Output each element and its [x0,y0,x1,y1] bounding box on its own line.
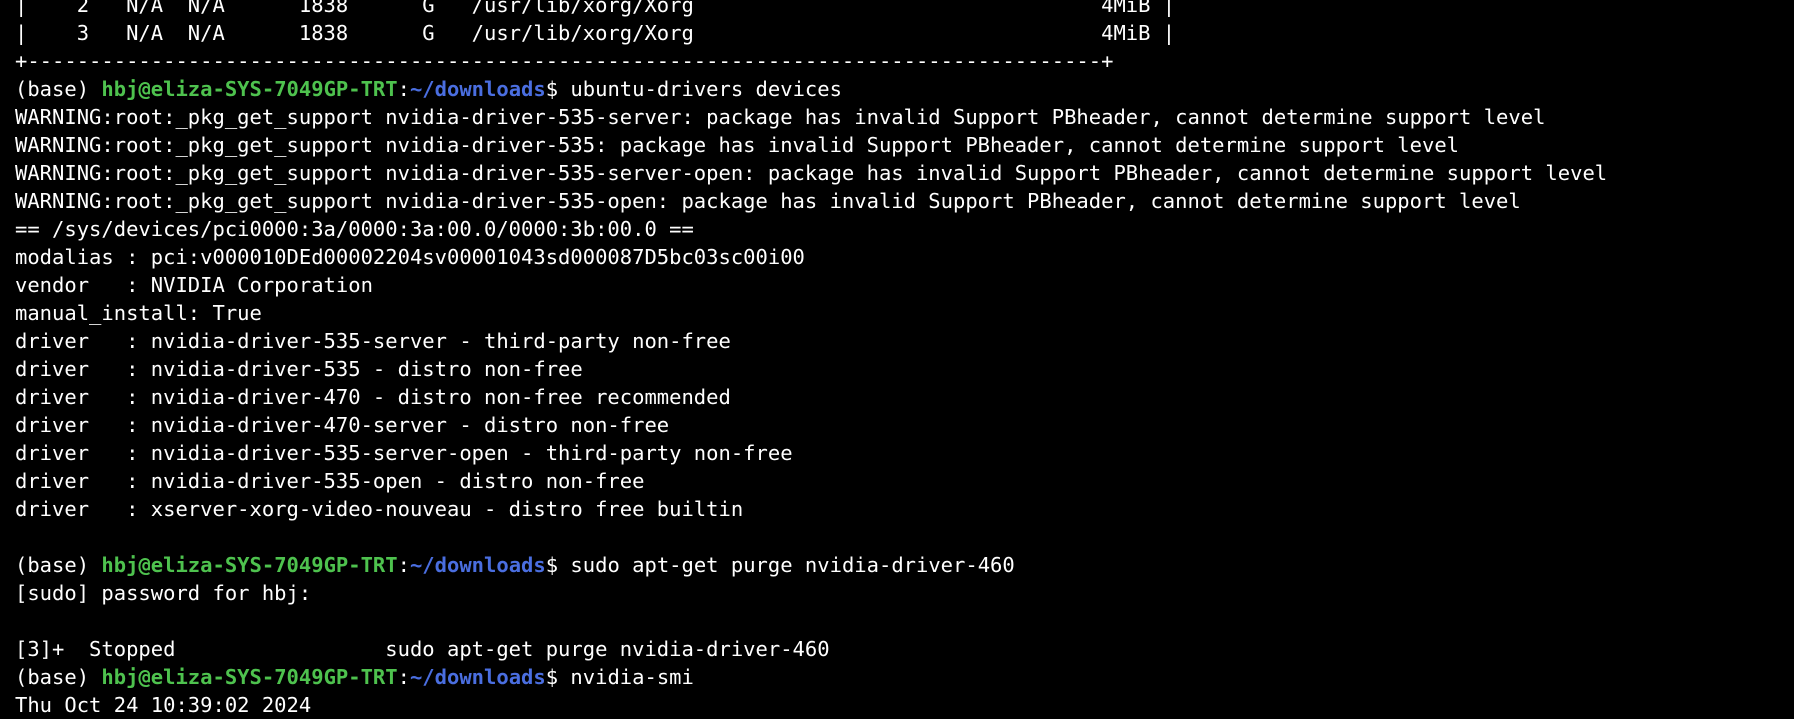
prompt-user-host: hbj@eliza-SYS-7049GP-TRT [101,553,398,577]
output-line: == /sys/devices/pci0000:3a/0000:3a:00.0/… [15,217,694,241]
command-text: sudo apt-get purge nvidia-driver-460 [570,553,1015,577]
prompt-symbol: $ [545,77,571,101]
prompt-path: ~/downloads [409,665,546,689]
output-line: driver : nvidia-driver-535 - distro non-… [15,357,583,381]
prompt-user-host: hbj@eliza-SYS-7049GP-TRT [101,77,398,101]
output-line: driver : nvidia-driver-535-server-open -… [15,441,793,465]
prompt-path: ~/downloads [409,77,546,101]
output-line: manual_install: True [15,301,262,325]
prompt-line: (base) hbj@eliza-SYS-7049GP-TRT:~/downlo… [15,75,1785,103]
output-line: WARNING:root:_pkg_get_support nvidia-dri… [15,161,1608,185]
prompt-symbol: $ [545,553,571,577]
output-line: WARNING:root:_pkg_get_support nvidia-dri… [15,133,1460,157]
env-label: (base) [15,553,102,577]
prompt-line: (base) hbj@eliza-SYS-7049GP-TRT:~/downlo… [15,663,1785,691]
output-line: driver : nvidia-driver-470-server - dist… [15,413,670,437]
output-line: driver : xserver-xorg-video-nouveau - di… [15,497,744,521]
terminal-output[interactable]: | 2 N/A N/A 1838 G /usr/lib/xorg/Xorg 4M… [15,0,1785,719]
prompt-path: ~/downloads [409,553,546,577]
command-text: nvidia-smi [570,665,694,689]
output-line: | 2 N/A N/A 1838 G /usr/lib/xorg/Xorg 4M… [15,0,1176,17]
prompt-user-host: hbj@eliza-SYS-7049GP-TRT [101,665,398,689]
output-line: WARNING:root:_pkg_get_support nvidia-dri… [15,105,1546,129]
env-label: (base) [15,665,102,689]
prompt-colon: : [397,553,410,577]
output-line: [3]+ Stopped sudo apt-get purge nvidia-d… [15,637,830,661]
terminal-window[interactable]: { "terminal": { "lines": [ {"kind": "tex… [0,0,1794,717]
prompt-line: (base) hbj@eliza-SYS-7049GP-TRT:~/downlo… [15,551,1785,579]
output-line: driver : nvidia-driver-535-open - distro… [15,469,645,493]
prompt-symbol: $ [545,665,571,689]
output-line: driver : nvidia-driver-535-server - thir… [15,329,731,353]
command-text: ubuntu-drivers devices [570,77,842,101]
output-line: | 3 N/A N/A 1838 G /usr/lib/xorg/Xorg 4M… [15,21,1176,45]
output-line: driver : nvidia-driver-470 - distro non-… [15,385,731,409]
output-line: vendor : NVIDIA Corporation [15,273,373,297]
prompt-colon: : [397,77,410,101]
output-line: [sudo] password for hbj: [15,581,312,605]
output-line: WARNING:root:_pkg_get_support nvidia-dri… [15,189,1521,213]
output-line: modalias : pci:v000010DEd00002204sv00001… [15,245,805,269]
output-line: Thu Oct 24 10:39:02 2024 [15,693,312,717]
env-label: (base) [15,77,102,101]
prompt-colon: : [397,665,410,689]
output-line: +---------------------------------------… [15,49,1114,73]
